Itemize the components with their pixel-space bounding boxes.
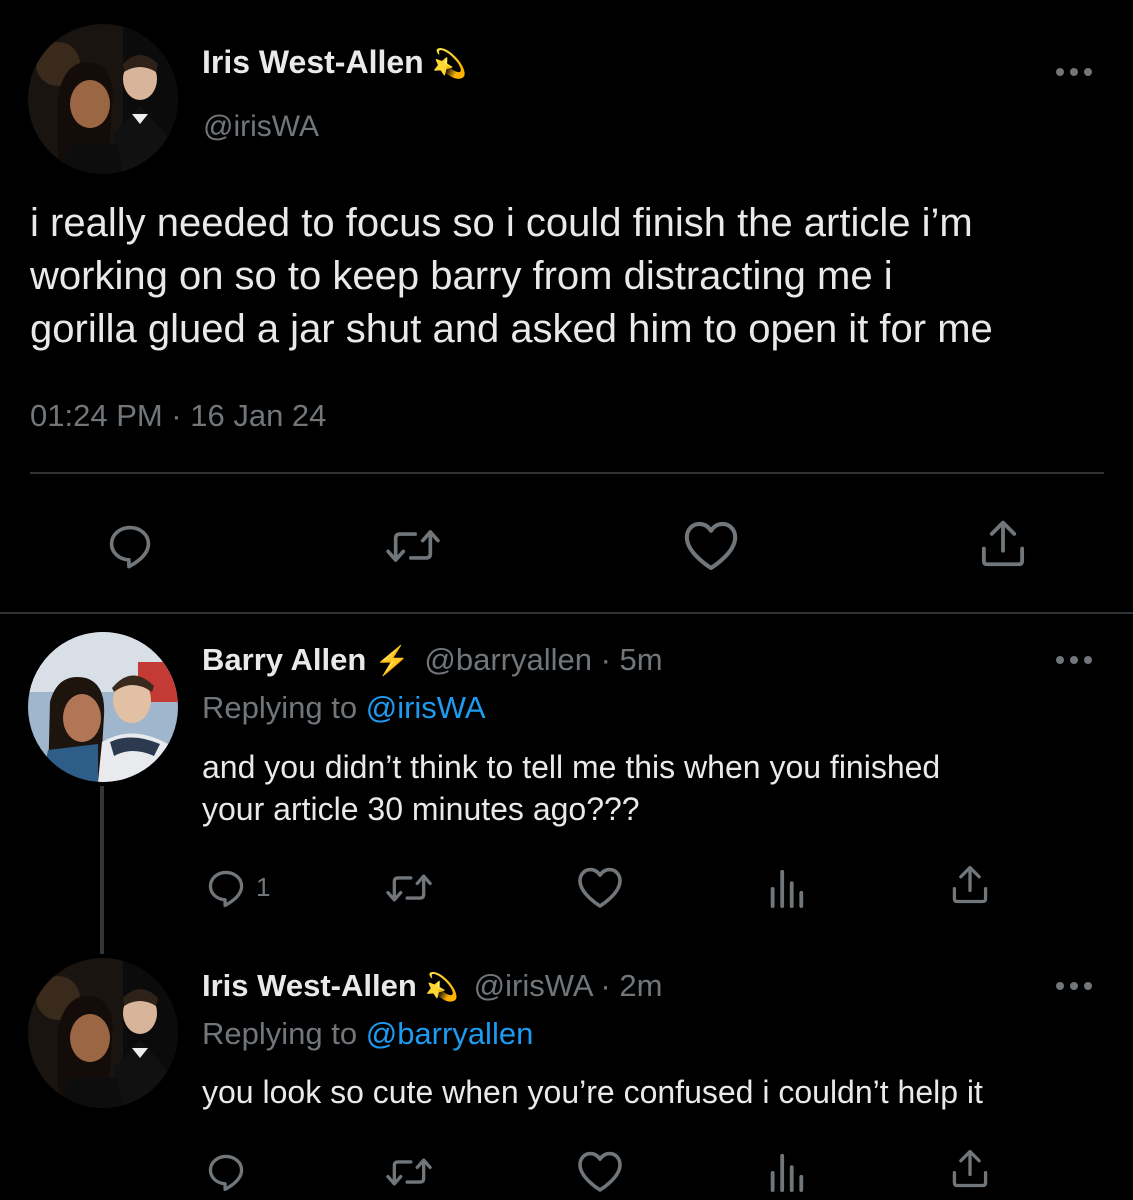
mention-link[interactable]: @barryallen (366, 1016, 534, 1051)
reply-text-line: you look so cute when you’re confused i … (202, 1074, 983, 1110)
reply-text: and you didn’t think to tell me this whe… (202, 746, 940, 830)
reply-icon[interactable] (204, 1150, 248, 1194)
like-icon[interactable] (576, 864, 624, 910)
handle-and-time[interactable]: @irisWA · 2m (474, 968, 663, 1003)
share-icon[interactable] (976, 516, 1030, 572)
retweet-icon[interactable] (384, 866, 434, 910)
reply-icon[interactable] (104, 520, 156, 572)
reply-icon[interactable] (204, 866, 248, 910)
views-icon[interactable] (766, 866, 806, 908)
tweet-text-line: i really needed to focus so i could fini… (30, 201, 973, 245)
reply-text-line: and you didn’t think to tell me this whe… (202, 749, 941, 785)
author-handle[interactable]: @irisWA (203, 110, 319, 144)
author-name[interactable]: Iris West-Allen (202, 44, 424, 80)
replying-prefix: Replying to (202, 690, 358, 725)
mention-link[interactable]: @irisWA (366, 690, 486, 725)
more-options-icon[interactable] (1056, 654, 1092, 666)
tweet-timestamp[interactable]: 01:24 PM · 16 Jan 24 (30, 398, 326, 434)
handle-and-time[interactable]: @barryallen · 5m (424, 642, 662, 677)
avatar-barry[interactable] (28, 632, 178, 782)
retweet-icon[interactable] (384, 1150, 434, 1194)
views-icon[interactable] (766, 1150, 806, 1192)
replying-prefix: Replying to (202, 1016, 358, 1051)
replying-to: Replying to @barryallen (202, 1016, 533, 1052)
more-options-icon[interactable] (1056, 66, 1092, 78)
replying-to: Replying to @irisWA (202, 690, 486, 726)
tweet-text-line: working on so to keep barry from distrac… (30, 254, 893, 298)
author-name[interactable]: Iris West-Allen (202, 968, 417, 1003)
reply-header: Barry Allen ⚡ @barryallen · 5m (202, 642, 663, 678)
sparkle-emoji-icon: 💫 (432, 48, 468, 79)
reply-header: Iris West-Allen 💫 @irisWA · 2m (202, 968, 662, 1004)
retweet-icon[interactable] (384, 520, 442, 572)
thread-line (100, 786, 104, 954)
share-icon[interactable] (948, 1146, 992, 1192)
author-name-row: Iris West-Allen 💫 (202, 44, 467, 81)
tweet-text-line: gorilla glued a jar shut and asked him t… (30, 307, 993, 351)
reply-count: 1 (256, 872, 271, 902)
author-name[interactable]: Barry Allen (202, 642, 366, 677)
reply-text: you look so cute when you’re confused i … (202, 1071, 983, 1113)
divider (30, 472, 1104, 474)
like-icon[interactable] (682, 518, 740, 572)
more-options-icon[interactable] (1056, 980, 1092, 992)
avatar-iris[interactable] (28, 24, 178, 174)
lightning-emoji-icon: ⚡ (374, 645, 410, 676)
sparkle-emoji-icon: 💫 (425, 972, 460, 1002)
reply-text-line: your article 30 minutes ago??? (202, 791, 640, 827)
avatar-iris[interactable] (28, 958, 178, 1108)
tweet-text: i really needed to focus so i could fini… (30, 197, 993, 356)
like-icon[interactable] (576, 1148, 624, 1194)
share-icon[interactable] (948, 862, 992, 908)
section-divider (0, 612, 1133, 614)
